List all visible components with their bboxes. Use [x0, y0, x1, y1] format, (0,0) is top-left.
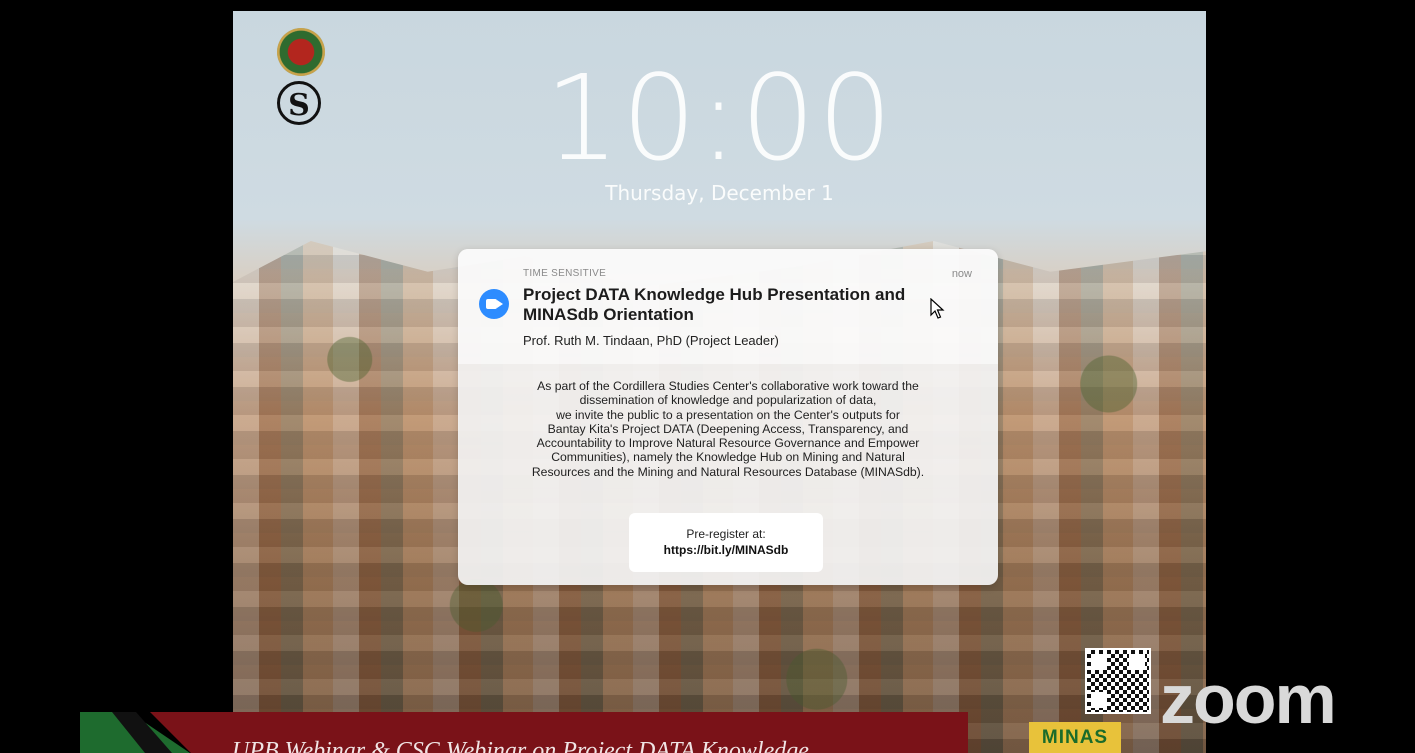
notification-header: TIME SENSITIVE now Project DATA Knowledg…	[458, 249, 998, 364]
lower-third-banner: UPB Webinar & CSC Webinar on Project DAT…	[150, 712, 968, 753]
body-line: we invite the public to a presentation o…	[556, 407, 900, 422]
zoom-app-icon	[479, 289, 509, 319]
qr-code-icon	[1085, 648, 1151, 714]
lockscreen-clock: 10:00	[544, 49, 895, 187]
preregister-box[interactable]: Pre-register at: https://bit.ly/MINASdb	[629, 513, 823, 572]
notification-time: now	[951, 268, 972, 280]
body-line: As part of the Cordillera Studies Center…	[537, 379, 919, 393]
notification-body: As part of the Cordillera Studies Center…	[478, 379, 978, 479]
preregister-link[interactable]: https://bit.ly/MINASdb	[629, 542, 823, 558]
time-sensitive-label: TIME SENSITIVE	[523, 268, 607, 279]
preregister-label: Pre-register at:	[686, 527, 766, 541]
body-line: Bantay Kita's Project DATA (Deepening Ac…	[547, 421, 909, 436]
zoom-watermark: zoom	[1160, 660, 1337, 738]
lockscreen-date: Thursday, December 1	[605, 181, 834, 205]
notification-subtitle: Prof. Ruth M. Tindaan, PhD (Project Lead…	[523, 333, 779, 348]
body-line: Resources and the Mining and Natural Res…	[531, 464, 925, 479]
banner-title: UPB Webinar & CSC Webinar on Project DAT…	[232, 738, 809, 753]
body-line: dissemination of knowledge and populariz…	[579, 393, 877, 408]
notification-title: Project DATA Knowledge Hub Presentation …	[523, 285, 906, 324]
body-line: Communities), namely the Knowledge Hub o…	[551, 450, 905, 465]
minas-logo: MINAS	[1029, 722, 1121, 753]
body-line: Accountability to Improve Natural Resour…	[536, 436, 920, 451]
notification-card[interactable]: TIME SENSITIVE now Project DATA Knowledg…	[458, 249, 998, 585]
